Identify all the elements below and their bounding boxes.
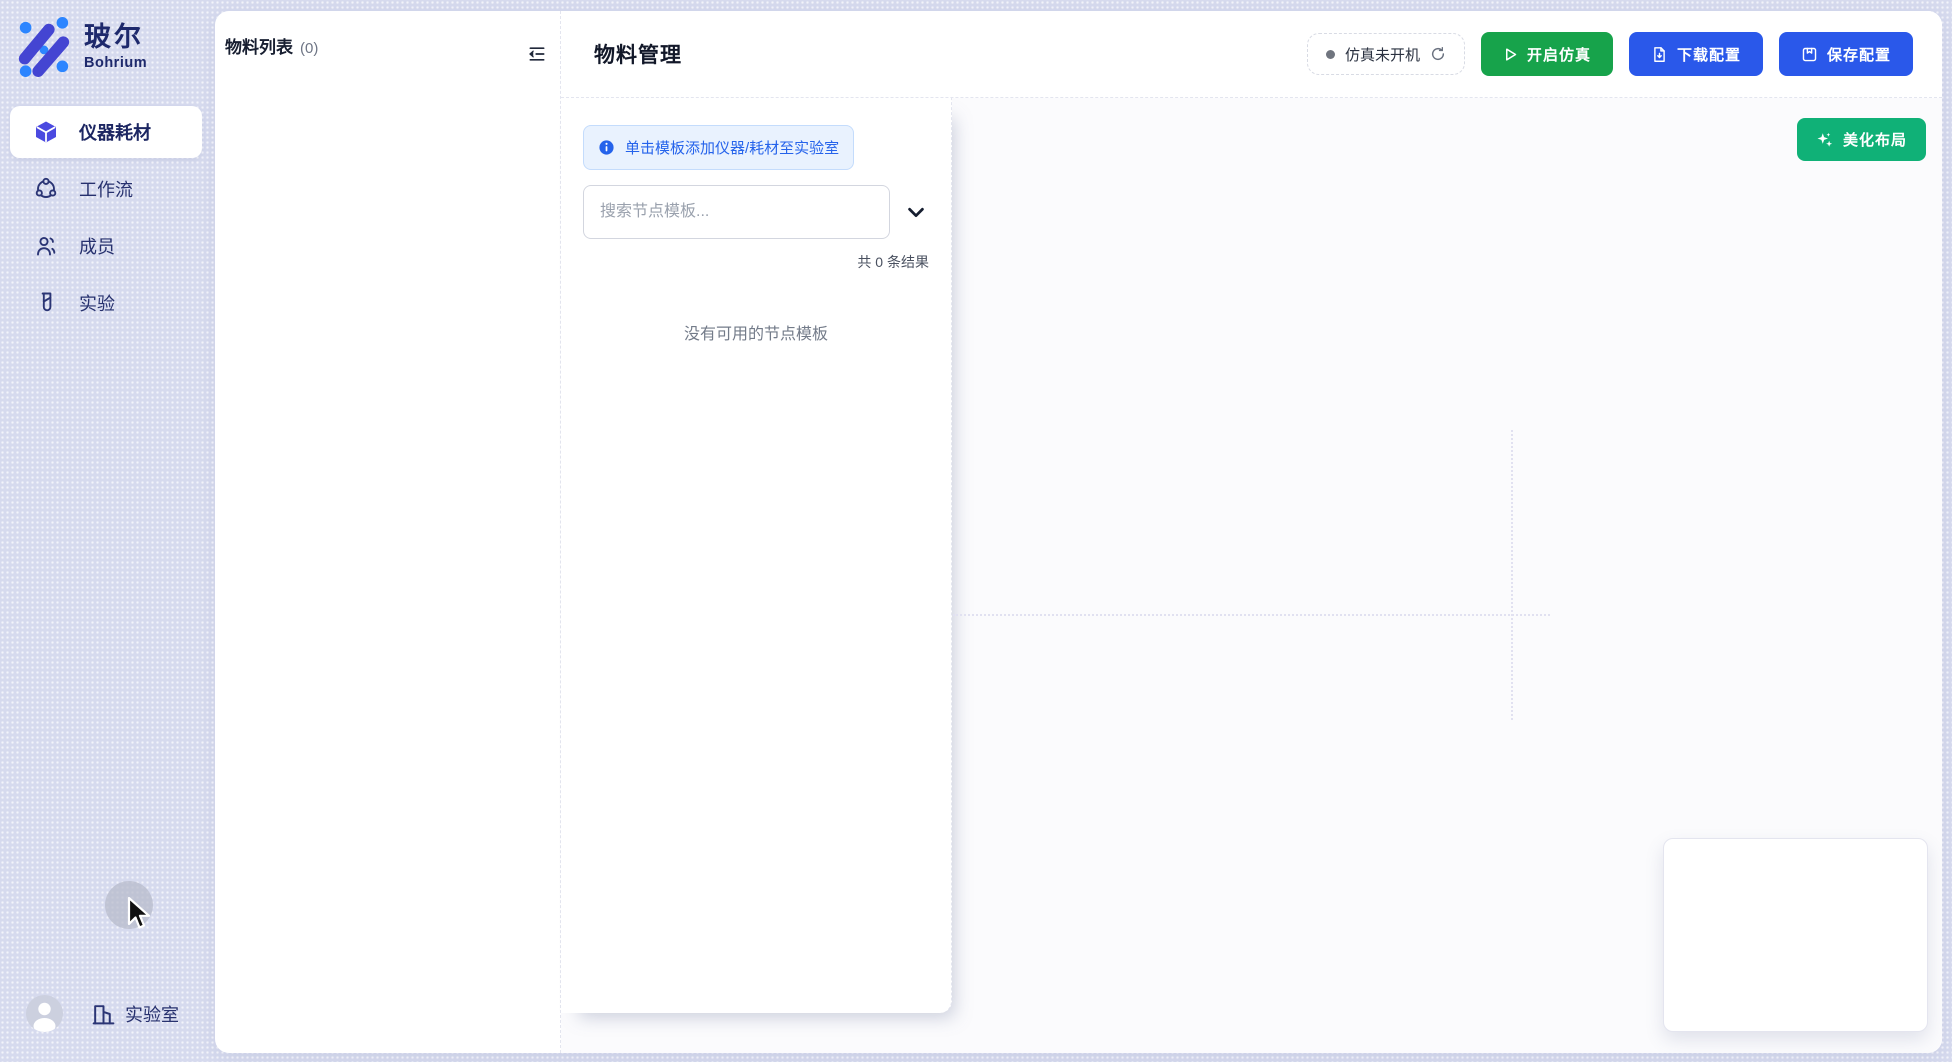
brand-name-zh: 玻尔 [84,23,147,53]
beautify-layout-button[interactable]: 美化布局 [1797,118,1926,161]
sidebar: 玻尔 Bohrium 仪器耗材 工作流 [0,0,215,1062]
simulation-status-pill[interactable]: 仿真未开机 [1307,33,1465,75]
sidebar-item-label: 成员 [79,233,115,259]
sidebar-item-label: 实验 [79,290,115,316]
sidebar-nav: 仪器耗材 工作流 成员 [10,106,202,329]
download-config-button[interactable]: 下载配置 [1629,32,1763,76]
sidebar-item-members[interactable]: 成员 [10,220,202,272]
template-empty-text: 没有可用的节点模板 [583,320,929,344]
page-title: 物料管理 [594,39,682,69]
canvas-guide-line-horizontal [953,614,1550,616]
avatar-person-icon [26,995,63,1032]
template-search-row [583,185,929,239]
members-icon [34,234,58,258]
node-template-panel: 单击模板添加仪器/耗材至实验室 共 0 条结果 没有可用的节点模板 [561,98,952,1013]
mouse-cursor-icon [126,897,150,933]
canvas-minimap[interactable] [1663,838,1928,1032]
content-card: 物料列表(0) 物料管理 仿真未开机 [215,11,1942,1053]
sidebar-item-experiments[interactable]: 实验 [10,277,202,329]
status-dot [1326,50,1335,59]
sidebar-item-label: 工作流 [79,176,133,202]
material-list-count: (0) [300,40,318,57]
lab-entry[interactable]: 实验室 [91,1001,179,1027]
flow-canvas[interactable]: 单击模板添加仪器/耗材至实验室 共 0 条结果 没有可用的节点模板 [561,98,1942,1053]
experiment-icon [34,291,58,315]
chevron-down-icon[interactable] [905,201,927,223]
material-list-title: 物料列表(0) [225,33,318,58]
material-list-panel: 物料列表(0) [215,11,561,1053]
sidebar-item-workflow[interactable]: 工作流 [10,163,202,215]
template-result-count: 共 0 条结果 [583,252,929,272]
template-hint-text: 单击模板添加仪器/耗材至实验室 [625,137,839,158]
refresh-icon[interactable] [1430,46,1446,62]
info-icon [598,139,615,156]
sidebar-item-instruments[interactable]: 仪器耗材 [10,106,202,158]
workflow-icon [34,177,58,201]
start-simulation-button[interactable]: 开启仿真 [1481,32,1613,76]
sidebar-footer: 实验室 [26,995,179,1032]
save-icon [1801,46,1818,63]
template-search-input[interactable] [583,185,890,239]
main-panel: 物料管理 仿真未开机 开启仿真 [561,11,1942,1053]
topbar-actions: 仿真未开机 开启仿真 [1307,32,1913,76]
avatar[interactable] [26,995,63,1032]
lab-entry-label: 实验室 [125,1001,179,1027]
brand-logo[interactable]: 玻尔 Bohrium [17,17,147,77]
sparkles-icon [1816,131,1834,149]
bohrium-logo-icon [17,17,71,77]
cube-icon [34,120,58,144]
brand-name-en: Bohrium [84,55,147,71]
template-hint-banner[interactable]: 单击模板添加仪器/耗材至实验室 [583,125,854,170]
canvas-guide-line-vertical [1511,430,1513,720]
menu-fold-icon[interactable] [527,44,547,64]
save-config-button[interactable]: 保存配置 [1779,32,1913,76]
simulation-status-label: 仿真未开机 [1345,44,1420,65]
lab-building-icon [91,1001,116,1027]
download-file-icon [1651,46,1668,63]
topbar: 物料管理 仿真未开机 开启仿真 [561,11,1942,98]
sidebar-item-label: 仪器耗材 [79,119,151,145]
play-icon [1503,47,1518,62]
